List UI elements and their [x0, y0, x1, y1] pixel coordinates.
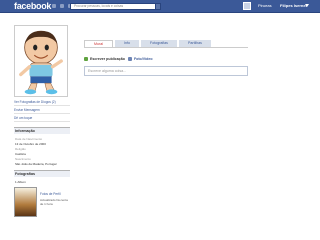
friend-requests-icon[interactable] [52, 4, 56, 8]
tab-photos[interactable]: Fotografias [141, 40, 177, 47]
poke-link[interactable]: Dê um toque [14, 116, 70, 122]
avatar[interactable] [243, 2, 251, 10]
messages-icon[interactable] [60, 4, 64, 8]
tab-divider [84, 47, 248, 48]
home-link[interactable]: Pirueas [258, 3, 272, 8]
write-post-action[interactable]: Escrever publicação [84, 57, 125, 61]
notification-jewels [52, 4, 72, 8]
facebook-logo[interactable]: facebook [14, 1, 51, 11]
photo-video-label: Foto/Vídeo [133, 57, 153, 61]
view-photos-link[interactable]: Ver Fotografias de Diogos (2) [14, 100, 70, 106]
chevron-down-icon[interactable] [305, 4, 309, 7]
tab-wall[interactable]: Mural [84, 40, 113, 47]
religion-value: Católica [15, 152, 26, 156]
album-thumbnail[interactable] [14, 187, 37, 217]
post-input[interactable]: Escreve alguma coisa... [84, 66, 248, 76]
birthdate-value: 13 de Outubro de 2000 [15, 142, 46, 146]
album-title-link[interactable]: Fotos de Perfil [40, 192, 70, 196]
profile-tabs: Mural Info Fotografias Partilhas [84, 40, 211, 47]
birthplace-label: Nascimento [15, 157, 31, 161]
tab-info[interactable]: Info [115, 40, 139, 47]
search-button[interactable] [155, 3, 161, 10]
status-icon [84, 57, 88, 61]
profile-link[interactable]: Filipes Isernel [280, 3, 307, 8]
send-message-link[interactable]: Enviar Mensagem [14, 108, 70, 114]
photo-video-action[interactable]: Foto/Vídeo [127, 57, 153, 61]
composer-actions: Escrever publicação Foto/Vídeo [84, 57, 153, 61]
tab-shares[interactable]: Partilhas [178, 40, 211, 47]
info-section-title: Informação [14, 127, 70, 134]
left-sidebar: Ver Fotografias de Diogos (2) Enviar Men… [14, 25, 70, 217]
album-updated-note: Actualizado há cerca de 1 hora [40, 198, 68, 206]
birthplace-value: São João da Madeira, Portugal [15, 162, 57, 166]
top-navigation-bar: facebook Procurar pessoas, locais e cois… [0, 0, 320, 13]
search-input[interactable]: Procurar pessoas, locais e coisas [70, 3, 156, 10]
birthdate-label: Data de Nascimento [15, 137, 43, 141]
photos-section-title: Fotografias [14, 170, 70, 177]
write-post-label: Escrever publicação [90, 57, 125, 61]
album-count: 1 Album [15, 180, 26, 184]
profile-picture[interactable] [14, 25, 68, 97]
religion-label: Religião [15, 147, 26, 151]
camera-icon [127, 57, 132, 61]
